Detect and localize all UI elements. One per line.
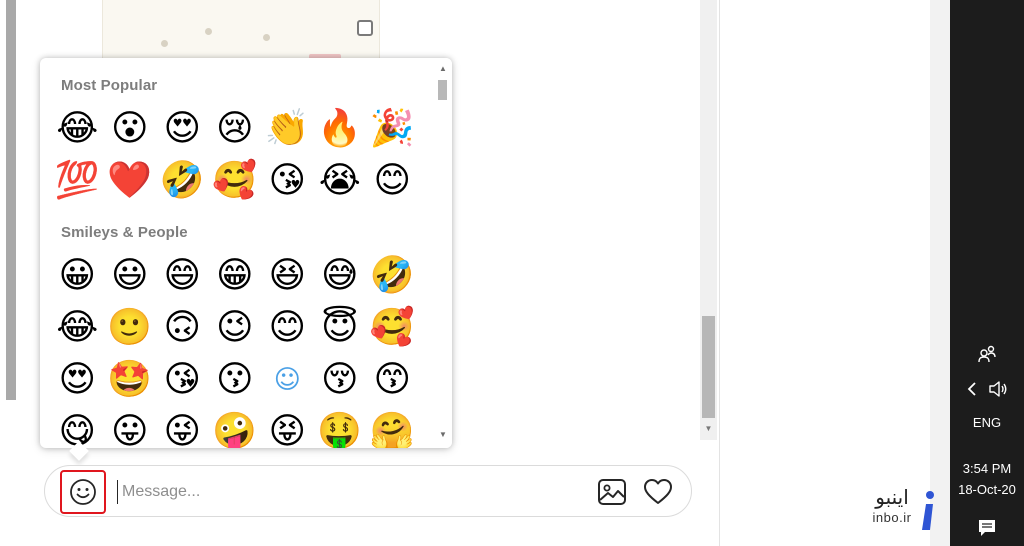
emoji-item[interactable]: 😉 [209,302,262,354]
section-title-smileys-people: Smileys & People [61,224,188,241]
emoji-item[interactable]: 😗 [209,354,262,406]
emoji-item[interactable]: 🤩 [104,354,157,406]
emoji-item[interactable]: 😁 [209,250,262,302]
emoji-item[interactable]: 😂 [51,103,104,155]
emoji-item[interactable]: 😄 [156,250,209,302]
windows-taskbar: ENG 3:54 PM 18-Oct-20 [950,0,1024,546]
scroll-down-arrow-icon[interactable]: ▼ [438,430,448,440]
chat-scroll-thumb[interactable] [702,316,715,418]
info-i-logo-icon [922,491,934,530]
emoji-item[interactable]: 😆 [261,250,314,302]
emoji-item[interactable]: 😊 [261,302,314,354]
left-scrollbar[interactable] [6,0,16,400]
clock-date[interactable]: 18-Oct-20 [950,482,1024,497]
speaker-icon[interactable] [988,380,1008,398]
emoji-item[interactable]: 😛 [104,406,157,449]
scroll-down-arrow-icon[interactable]: ▼ [703,423,714,435]
left-gutter [0,0,18,546]
emoji-item[interactable]: 😙 [366,354,419,406]
emoji-item[interactable]: 😭 [314,155,367,207]
people-button[interactable] [950,344,1024,368]
people-icon [978,345,996,363]
emoji-item[interactable]: 😍 [156,103,209,155]
emoji-item[interactable]: 🥰 [366,302,419,354]
emoji-picker-scrollbar[interactable]: ▲ ▼ [434,58,452,448]
heart-icon [644,479,672,504]
section-title-most-popular: Most Popular [61,77,158,94]
emoji-item[interactable]: 🤑 [314,406,367,449]
emoji-item[interactable]: 😇 [314,302,367,354]
message-composer [44,465,692,517]
emoji-picker: Most Popular 😂 😮 😍 😢 👏 🔥 🎉 💯 ❤️ 🤣 🥰 😘 😭 😊 Smileys & … [40,58,452,448]
background-post-preview [102,0,380,62]
emoji-item[interactable]: 😘 [156,354,209,406]
decor-dot [263,34,270,41]
emoji-picker-content: Most Popular 😂 😮 😍 😢 👏 🔥 🎉 💯 ❤️ 🤣 🥰 😘 😭 😊 Smileys & … [40,58,430,448]
scroll-up-arrow-icon[interactable]: ▲ [438,64,448,74]
emoji-item[interactable]: 🔥 [314,103,367,155]
emoji-item[interactable]: 🤣 [366,250,419,302]
smiley-icon [70,479,96,505]
emoji-item[interactable]: 😊 [366,155,419,207]
emoji-button[interactable] [60,470,106,514]
emoji-item[interactable]: 🙂 [104,302,157,354]
message-input[interactable] [117,480,577,504]
decor-dot [205,28,212,35]
right-edge-strip [930,0,950,546]
emoji-row: 😋 😛 😜 🤪 😝 🤑 🤗 [51,406,419,449]
emoji-item[interactable]: 🎉 [366,103,419,155]
image-button[interactable] [596,477,628,507]
emoji-item[interactable]: 👏 [261,103,314,155]
decor-dot [161,40,168,47]
emoji-item[interactable]: 🙃 [156,302,209,354]
emoji-item[interactable]: 😮 [104,103,157,155]
emoji-item[interactable]: 🤗 [366,406,419,449]
emoji-item[interactable]: 🤣 [156,155,209,207]
emoji-item[interactable]: 😃 [104,250,157,302]
watermark-text: اینبو [875,485,909,509]
emoji-row: 😍 🤩 😘 😗 ☺ 😚 😙 [51,354,419,406]
language-indicator[interactable]: ENG [950,415,1024,430]
emoji-row: 😂 🙂 🙃 😉 😊 😇 🥰 [51,302,419,354]
system-tray [950,378,1024,400]
emoji-item[interactable]: 😚 [314,354,367,406]
chat-scrollbar[interactable]: ▼ [700,0,717,440]
emoji-item[interactable]: ☺ [261,354,314,406]
watermark-domain: inbo.ir [872,510,912,525]
emoji-item[interactable]: 💯 [51,155,104,207]
emoji-item[interactable]: 😜 [156,406,209,449]
emoji-item[interactable]: 😅 [314,250,367,302]
notification-icon [979,520,995,536]
image-icon [598,479,626,505]
emoji-item[interactable]: 🥰 [209,155,262,207]
emoji-row: 😀 😃 😄 😁 😆 😅 🤣 [51,250,419,302]
action-center-button[interactable] [950,518,1024,540]
emoji-item[interactable]: 😘 [261,155,314,207]
emoji-row: 💯 ❤️ 🤣 🥰 😘 😭 😊 [51,155,419,207]
emoji-item[interactable]: 😍 [51,354,104,406]
emoji-item[interactable]: 🤪 [209,406,262,449]
like-button[interactable] [642,476,674,508]
emoji-row: 😂 😮 😍 😢 👏 🔥 🎉 [51,103,419,155]
clock-time[interactable]: 3:54 PM [950,461,1024,476]
emoji-item[interactable]: ❤️ [104,155,157,207]
emoji-picker-scroll-thumb[interactable] [438,80,447,100]
emoji-item[interactable]: 😂 [51,302,104,354]
emoji-item[interactable]: 😝 [261,406,314,449]
checkbox-icon[interactable] [357,20,373,36]
chevron-left-icon[interactable] [966,381,978,397]
emoji-item[interactable]: 😀 [51,250,104,302]
emoji-item[interactable]: 😢 [209,103,262,155]
right-pane [720,0,950,546]
